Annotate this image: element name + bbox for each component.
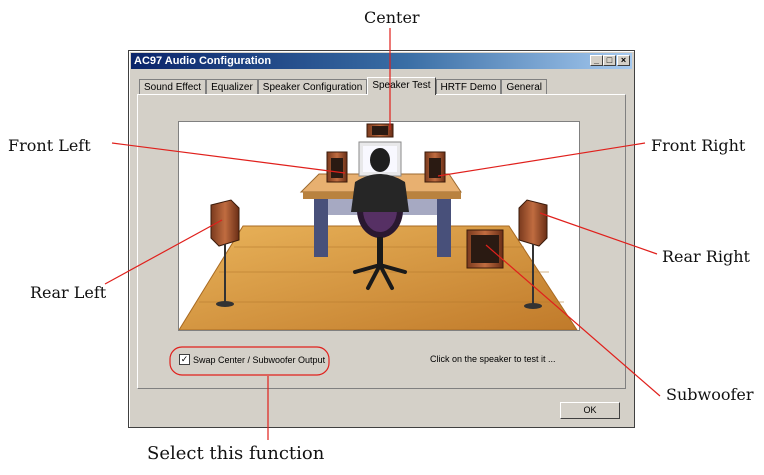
tab-sound-effect[interactable]: Sound Effect — [139, 79, 207, 95]
swap-center-subwoofer-checkbox[interactable]: ✓ Swap Center / Subwoofer Output — [179, 354, 325, 365]
front-left-speaker-icon[interactable] — [326, 151, 348, 183]
title-bar: AC97 Audio Configuration _ □ × — [131, 53, 632, 69]
close-button[interactable]: × — [617, 55, 630, 66]
callout-front-right: Front Right — [651, 136, 746, 155]
tab-strip: Sound Effect Equalizer Speaker Configura… — [139, 77, 548, 95]
ok-button[interactable]: OK — [560, 402, 620, 419]
callout-front-left: Front Left — [8, 136, 91, 155]
speaker-scene — [178, 121, 580, 331]
window-title: AC97 Audio Configuration — [134, 55, 272, 67]
tab-equalizer[interactable]: Equalizer — [206, 79, 258, 95]
front-right-speaker-icon[interactable] — [424, 151, 446, 183]
tab-hrtf-demo[interactable]: HRTF Demo — [435, 79, 502, 95]
audio-config-window: AC97 Audio Configuration _ □ × Sound Eff… — [128, 50, 635, 428]
room-illustration — [179, 123, 578, 330]
tab-general[interactable]: General — [501, 79, 548, 95]
callout-subwoofer: Subwoofer — [666, 385, 754, 404]
callout-rear-left: Rear Left — [30, 283, 107, 302]
callout-center: Center — [364, 8, 420, 27]
callout-rear-right: Rear Right — [662, 247, 750, 266]
center-speaker-icon[interactable] — [366, 123, 394, 138]
tab-speaker-configuration[interactable]: Speaker Configuration — [257, 79, 368, 95]
callout-select-function: Select this function — [147, 443, 325, 464]
minimize-button[interactable]: _ — [590, 55, 603, 66]
speaker-test-hint: Click on the speaker to test it ... — [430, 354, 556, 364]
swap-center-subwoofer-label: Swap Center / Subwoofer Output — [193, 354, 326, 365]
subwoofer-icon[interactable] — [466, 229, 504, 269]
tab-speaker-test[interactable]: Speaker Test — [367, 77, 436, 95]
checkmark-icon[interactable]: ✓ — [179, 354, 190, 365]
maximize-button[interactable]: □ — [603, 55, 616, 66]
